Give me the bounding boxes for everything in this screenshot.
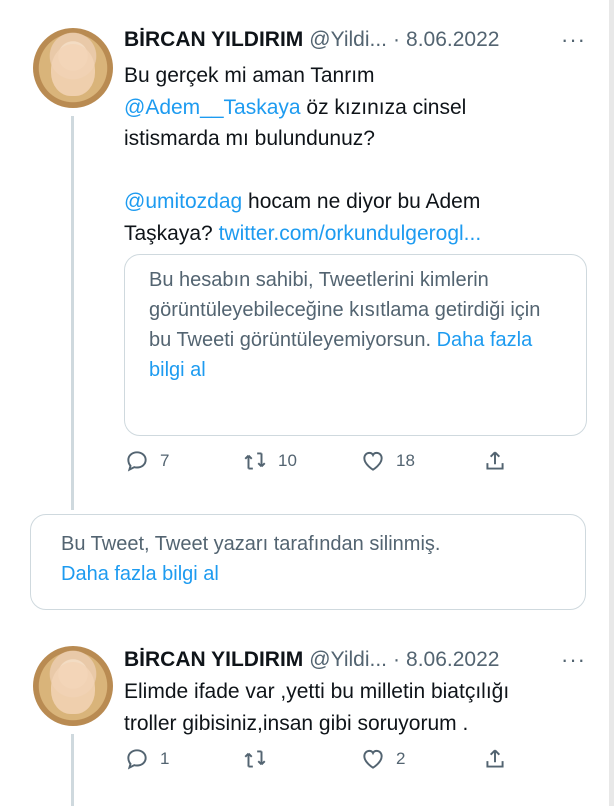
text-fragment: Taşkaya? [124, 221, 219, 245]
separator-dot: · [393, 28, 401, 51]
author-handle[interactable]: @Yildi... [309, 648, 387, 672]
scrollbar[interactable] [609, 0, 614, 806]
text-fragment: hocam ne diyor bu Adem [242, 190, 481, 213]
tweet-text: Bu gerçek mi aman Tanrım @Adem__Taskaya … [124, 60, 576, 249]
text-fragment: öz kızınıza cinsel [300, 95, 467, 119]
share-icon [486, 451, 504, 470]
tweet-date[interactable]: 8.06.2022 [406, 28, 499, 52]
retweet-count: 10 [278, 451, 297, 470]
tweet-actions: 1 2 [124, 746, 524, 776]
tweet-2[interactable]: BİRCAN YILDIRIM @Yildi... · 8.06.2022 ··… [0, 630, 616, 806]
text-line: @Adem__Taskaya öz kızınıza cinsel [124, 92, 576, 124]
more-icon[interactable]: ··· [561, 27, 586, 53]
thread-line [71, 116, 74, 510]
mention-link[interactable]: @Adem__Taskaya [124, 96, 301, 119]
author-name[interactable]: BİRCAN YILDIRIM [124, 648, 303, 672]
learn-more-link[interactable]: Daha fazla bilgi al [61, 559, 555, 589]
reply-icon [127, 749, 147, 770]
text-line: Taşkaya? twitter.com/orkundulgerogl... [124, 218, 576, 250]
tweet-header: BİRCAN YILDIRIM @Yildi... · 8.06.2022 ··… [124, 24, 586, 56]
reply-button[interactable]: 7 [124, 448, 169, 474]
tweet-1[interactable]: BİRCAN YILDIRIM @Yildi... · 8.06.2022 ··… [0, 0, 616, 510]
text-line: Bu gerçek mi aman Tanrım [124, 64, 375, 87]
retweet-icon [244, 452, 266, 470]
like-button[interactable]: 18 [360, 448, 415, 474]
author-name[interactable]: BİRCAN YILDIRIM [124, 28, 303, 52]
separator-dot: · [393, 648, 401, 671]
share-button[interactable] [482, 448, 508, 474]
avatar[interactable] [33, 28, 113, 108]
share-button[interactable] [482, 746, 508, 772]
thread-line [71, 734, 74, 806]
like-count: 18 [396, 451, 415, 470]
author-handle[interactable]: @Yildi... [309, 28, 387, 52]
like-count: 2 [396, 749, 406, 768]
tweet-date[interactable]: 8.06.2022 [406, 648, 499, 672]
text-line: @umitozdag hocam ne diyor bu Adem [124, 186, 576, 218]
deleted-tweet-notice: Bu Tweet, Tweet yazarı tarafından silinm… [30, 514, 586, 610]
retweet-button[interactable]: 10 [242, 448, 297, 474]
reply-icon [127, 451, 147, 472]
avatar[interactable] [33, 646, 113, 726]
tweet-text: Elimde ifade var ,yetti bu milletin biat… [124, 676, 576, 739]
retweet-button[interactable] [242, 746, 278, 772]
share-icon [486, 749, 504, 768]
tweet-actions: 7 10 18 [124, 448, 524, 478]
more-icon[interactable]: ··· [561, 647, 586, 673]
like-button[interactable]: 2 [360, 746, 405, 772]
reply-count: 7 [160, 451, 170, 470]
reply-button[interactable]: 1 [124, 746, 169, 772]
url-link[interactable]: twitter.com/orkundulgerogl... [219, 222, 482, 245]
like-icon [363, 451, 383, 471]
mention-link[interactable]: @umitozdag [124, 190, 242, 213]
text-line: troller gibisiniz,insan gibi soruyorum . [124, 711, 469, 735]
retweet-icon [244, 750, 266, 768]
tweet-header: BİRCAN YILDIRIM @Yildi... · 8.06.2022 ··… [124, 644, 586, 676]
text-line: Elimde ifade var ,yetti bu milletin biat… [124, 680, 510, 703]
reply-count: 1 [160, 749, 170, 768]
text-line: istismarda mı bulundunuz? [124, 127, 375, 150]
deleted-notice-text: Bu Tweet, Tweet yazarı tarafından silinm… [61, 533, 441, 555]
quoted-tweet-unavailable[interactable]: Bu hesabın sahibi, Tweetlerini kimlerin … [124, 254, 587, 436]
like-icon [363, 749, 383, 769]
